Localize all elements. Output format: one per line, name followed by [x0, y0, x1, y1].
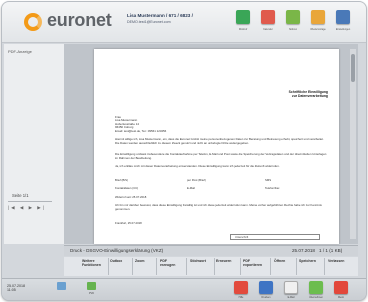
accept-label: Übernehmen [309, 296, 323, 299]
mail-button[interactable] [284, 281, 298, 294]
column-divider [214, 258, 215, 275]
calendar-button[interactable]: Kalender [257, 8, 279, 36]
settings-icon [336, 10, 350, 24]
user-email: DEMO.test1@Euronet.com [127, 20, 171, 24]
channel-row: Brief (B/S) per Post (Brief) SMS [115, 178, 330, 184]
action-more-functions[interactable]: Weitere Funktionen [82, 259, 106, 267]
pdf-side-panel [4, 44, 64, 244]
action-export-pdf[interactable]: PDF exportieren [243, 259, 269, 267]
channel-option: Brief (B/S) [115, 178, 128, 182]
action-exit[interactable]: Verlassen [328, 259, 354, 263]
consent-paragraph: Die Einwilligung umfasst insbesondere di… [115, 153, 327, 160]
action-save[interactable]: Speichern [299, 259, 323, 263]
mail-label: E-Mail [287, 296, 295, 299]
consent-paragraph: Hiermit willige ich, Lisa Mustermann, ei… [115, 138, 324, 145]
channel-option: Telefon/Fax [265, 186, 280, 190]
phone-icon[interactable] [87, 282, 96, 290]
column-divider [108, 258, 109, 275]
action-renew[interactable]: Erneuern [216, 259, 238, 263]
phone-icon [236, 10, 250, 24]
calendar-icon [261, 10, 275, 24]
action-create-pdf[interactable]: PDF erzeugen [160, 259, 182, 267]
action-keyword[interactable]: Stichwort [190, 259, 212, 263]
action-open[interactable]: Öffnen [274, 259, 294, 263]
document-name: Druck - DSGVO-Einwilligungserklärung (VK… [70, 248, 164, 253]
channel-option: per Post (Brief) [187, 178, 206, 182]
settings-button[interactable]: Einstellungen [332, 8, 354, 36]
brand-name: euronet [47, 10, 112, 30]
page-navigation[interactable]: |◀ ◀ ▶ ▶| [8, 205, 46, 211]
header-bar: euronet Lisa Mustermann / 671 / 6823 / D… [2, 2, 366, 43]
app-window: euronet Lisa Mustermann / 671 / 6823 / D… [1, 1, 367, 301]
settings-label: Einstellungen [335, 28, 351, 31]
column-divider [270, 258, 271, 275]
column-divider [156, 258, 157, 275]
monitor-icon[interactable] [57, 282, 66, 290]
pencil-icon [286, 10, 300, 24]
menu-button[interactable] [334, 281, 348, 294]
place-date: Frankfurt, 25.07.2018 [115, 221, 142, 225]
since-line: Widerruf seit: 25.07.2018 [115, 195, 147, 199]
document-date: 25.07.2018 [292, 248, 315, 253]
folder-icon [311, 10, 325, 24]
consent-paragraph: Ja, ich erkläre mich mit dieser Datenver… [115, 165, 280, 168]
menu-label: Menü [338, 296, 344, 299]
resubmission-button[interactable]: Wiedervorlage [307, 8, 329, 36]
print-button[interactable] [259, 281, 273, 294]
column-divider [132, 258, 133, 275]
closing-paragraph: Ich bin mir darüber bewusst, dass diese … [115, 204, 322, 211]
euronet-logo-icon [24, 13, 42, 31]
user-name: Lisa Mustermann / 671 / 6823 / [127, 13, 193, 18]
signature-field: Unterschrift [230, 234, 320, 240]
column-divider [186, 258, 187, 275]
column-divider [324, 258, 325, 275]
callback-button[interactable]: Rückruf [232, 8, 254, 36]
help-label: Hilfe [238, 296, 244, 299]
channel-option: Kontaktdaten (CC) [115, 186, 139, 190]
pdf-panel-title: PDF-Anzeige [8, 49, 32, 54]
page-indicator: Seite 1/1 [12, 193, 29, 198]
footer-time: 11:05 [7, 288, 16, 293]
channel-row: Kontaktdaten (CC) E-Mail Telefon/Fax [115, 186, 330, 192]
scrollbar-thumb[interactable] [351, 54, 355, 82]
status-bar: Druck - DSGVO-Einwilligungserklärung (VK… [64, 245, 358, 256]
column-divider [296, 258, 297, 275]
accept-button[interactable] [309, 281, 323, 294]
print-label: Drucken [261, 296, 271, 299]
document-title: Schriftliche Einwilligung zur Datenverar… [240, 90, 328, 98]
help-button[interactable] [234, 281, 248, 294]
document-pages: 1 / 1 (1 KB) [319, 248, 343, 253]
action-zoom[interactable]: Zoom [135, 259, 153, 263]
notes-button[interactable]: Notizen [282, 8, 304, 36]
action-outbox[interactable]: Outbox [110, 259, 130, 263]
channel-option: E-Mail [187, 186, 195, 190]
footer-datetime: 25.07.2018 11:05 [7, 284, 25, 293]
address-line: Email: test@test.de, Tel.: 09561 123456 [115, 128, 167, 133]
column-divider [240, 258, 241, 275]
recipient-address: Frau Lisa Mustermann Hubertusstraße 14 9… [115, 115, 167, 133]
divider [8, 201, 52, 202]
pvd-label: PVD [89, 292, 94, 295]
channel-option: SMS [265, 178, 272, 182]
document-title-line2: zur Datenverarbeitung [292, 94, 328, 99]
